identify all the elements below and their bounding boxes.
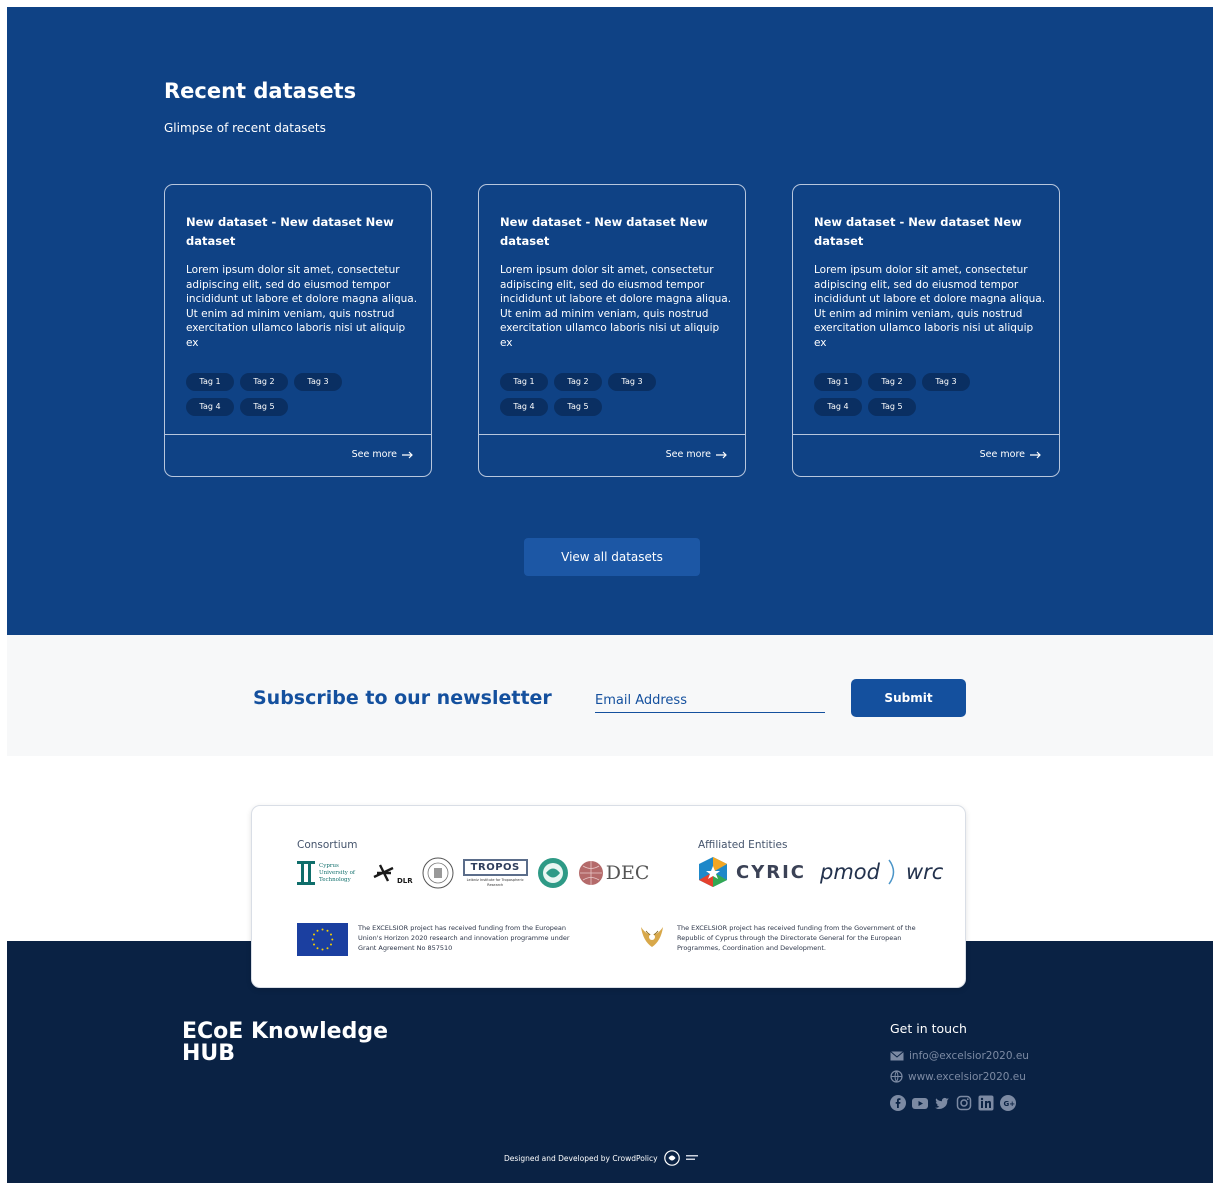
view-all-datasets-button[interactable]: View all datasets: [524, 538, 700, 576]
dataset-description: Lorem ipsum dolor sit amet, consectetur …: [814, 264, 1046, 349]
tag-list: Tag 1 Tag 2 Tag 3 Tag 4 Tag 5: [186, 373, 356, 416]
see-more-link[interactable]: See more: [352, 449, 414, 460]
section-subtitle: Glimpse of recent datasets: [164, 121, 326, 135]
crowdpolicy-wordmark-icon: [685, 1155, 698, 1160]
tag-chip[interactable]: Tag 5: [554, 398, 602, 416]
google-plus-icon[interactable]: G+: [1000, 1095, 1016, 1111]
consortium-logos: Cyprus University of Technology DLR TROP…: [297, 856, 649, 890]
wrc-logo-text: wrc: [905, 860, 944, 884]
globe-icon: [890, 1070, 903, 1083]
crowdpolicy-logo-icon[interactable]: [663, 1150, 680, 1166]
dlr-emblem-icon: [373, 864, 394, 882]
credit-text: Designed and Developed by CrowdPolicy: [504, 1153, 658, 1163]
partners-card: Consortium Affiliated Entities Cyprus Un…: [251, 805, 966, 988]
globe-seal-icon[interactable]: [536, 856, 570, 890]
tag-chip[interactable]: Tag 3: [294, 373, 342, 391]
arrow-right-icon: [1030, 451, 1041, 458]
see-more-link[interactable]: See more: [980, 449, 1042, 460]
card-divider: [793, 434, 1059, 435]
dec-logo-text: DEC: [605, 862, 650, 884]
dec-logo[interactable]: DEC: [578, 860, 650, 886]
tag-chip[interactable]: Tag 1: [186, 373, 234, 391]
email-field[interactable]: [595, 688, 825, 713]
university-seal-icon[interactable]: [421, 856, 455, 890]
pmod-wrc-logo[interactable]: pmod wrc: [820, 858, 943, 886]
footer-credit: Designed and Developed by CrowdPolicy: [504, 1150, 698, 1166]
tag-list: Tag 1 Tag 2 Tag 3 Tag 4 Tag 5: [814, 373, 984, 416]
social-links: G+: [890, 1095, 1016, 1111]
cyric-logo[interactable]: CYRIC: [698, 856, 806, 888]
dataset-title[interactable]: New dataset - New dataset New dataset: [500, 213, 730, 251]
cyric-hexagon-icon: [699, 857, 727, 887]
tag-chip[interactable]: Tag 2: [868, 373, 916, 391]
tag-chip[interactable]: Tag 3: [922, 373, 970, 391]
arc-divider-icon: [888, 859, 895, 885]
website-text: www.excelsior2020.eu: [908, 1070, 1026, 1083]
cut-emblem-icon: [297, 861, 315, 885]
see-more-label: See more: [665, 449, 711, 460]
cyric-logo-text: CYRIC: [736, 861, 807, 883]
see-more-label: See more: [979, 449, 1025, 460]
dataset-title[interactable]: New dataset - New dataset New dataset: [186, 213, 416, 251]
dataset-card: New dataset - New dataset New dataset Lo…: [478, 184, 746, 477]
youtube-icon[interactable]: [912, 1095, 928, 1111]
section-title: Recent datasets: [164, 79, 357, 103]
tag-chip[interactable]: Tag 5: [868, 398, 916, 416]
dataset-description: Lorem ipsum dolor sit amet, consectetur …: [500, 264, 732, 349]
newsletter-title: Subscribe to our newsletter: [253, 687, 552, 709]
facebook-icon[interactable]: [890, 1095, 906, 1111]
tropos-logo-text: TROPOS: [462, 859, 528, 876]
svg-text:G+: G+: [1004, 1100, 1016, 1108]
tag-chip[interactable]: Tag 3: [608, 373, 656, 391]
dlr-logo[interactable]: DLR: [371, 861, 413, 885]
get-in-touch-heading: Get in touch: [890, 1021, 967, 1036]
envelope-icon: [890, 1051, 904, 1061]
affiliated-label: Affiliated Entities: [698, 839, 788, 851]
arrow-right-icon: [402, 451, 413, 458]
footer-brand[interactable]: ECoE Knowledge HUB: [182, 1021, 422, 1065]
cut-logo-text: Cyprus University of Technology: [319, 862, 355, 883]
submit-button[interactable]: Submit: [851, 679, 966, 717]
dataset-title[interactable]: New dataset - New dataset New dataset: [814, 213, 1044, 251]
dataset-description: Lorem ipsum dolor sit amet, consectetur …: [186, 264, 418, 349]
arrow-right-icon: [716, 451, 727, 458]
linkedin-icon[interactable]: [978, 1095, 994, 1111]
eu-funding: The EXCELSIOR project has received fundi…: [297, 923, 573, 956]
see-more-label: See more: [351, 449, 397, 460]
cyprus-funding-text: The EXCELSIOR project has received fundi…: [677, 924, 916, 952]
tag-list: Tag 1 Tag 2 Tag 3 Tag 4 Tag 5: [500, 373, 670, 416]
tropos-logo-subtext: Leibniz Institute for Tropospheric Resea…: [466, 878, 524, 887]
twitter-icon[interactable]: [934, 1095, 950, 1111]
affiliated-logos: CYRIC pmod wrc: [698, 856, 943, 888]
tag-chip[interactable]: Tag 4: [814, 398, 862, 416]
recent-datasets-section: Recent datasets Glimpse of recent datase…: [7, 7, 1213, 635]
tag-chip[interactable]: Tag 5: [240, 398, 288, 416]
consortium-label: Consortium: [297, 839, 358, 851]
tag-chip[interactable]: Tag 1: [814, 373, 862, 391]
newsletter-section: Subscribe to our newsletter Submit: [7, 635, 1213, 756]
tag-chip[interactable]: Tag 1: [500, 373, 548, 391]
tag-chip[interactable]: Tag 2: [554, 373, 602, 391]
instagram-icon[interactable]: [956, 1095, 972, 1111]
website-link[interactable]: www.excelsior2020.eu: [890, 1070, 1026, 1083]
see-more-link[interactable]: See more: [666, 449, 728, 460]
dec-globe-icon: [578, 861, 603, 885]
email-text: info@excelsior2020.eu: [909, 1050, 1029, 1062]
dataset-card: New dataset - New dataset New dataset Lo…: [792, 184, 1060, 477]
tropos-logo[interactable]: TROPOS Leibniz Institute for Tropospheri…: [462, 859, 528, 887]
eu-funding-text: The EXCELSIOR project has received fundi…: [358, 924, 570, 952]
card-divider: [165, 434, 431, 435]
tag-chip[interactable]: Tag 4: [186, 398, 234, 416]
dataset-card: New dataset - New dataset New dataset Lo…: [164, 184, 432, 477]
cyprus-funding: The EXCELSIOR project has received fundi…: [637, 923, 929, 953]
cyprus-emblem-icon: [641, 927, 663, 947]
dlr-logo-text: DLR: [397, 877, 413, 885]
eu-flag-icon: [297, 923, 348, 956]
card-divider: [479, 434, 745, 435]
email-link[interactable]: info@excelsior2020.eu: [890, 1050, 1029, 1062]
pmod-logo-text: pmod: [820, 860, 880, 884]
cut-logo[interactable]: Cyprus University of Technology: [297, 861, 363, 885]
tag-chip[interactable]: Tag 4: [500, 398, 548, 416]
tag-chip[interactable]: Tag 2: [240, 373, 288, 391]
